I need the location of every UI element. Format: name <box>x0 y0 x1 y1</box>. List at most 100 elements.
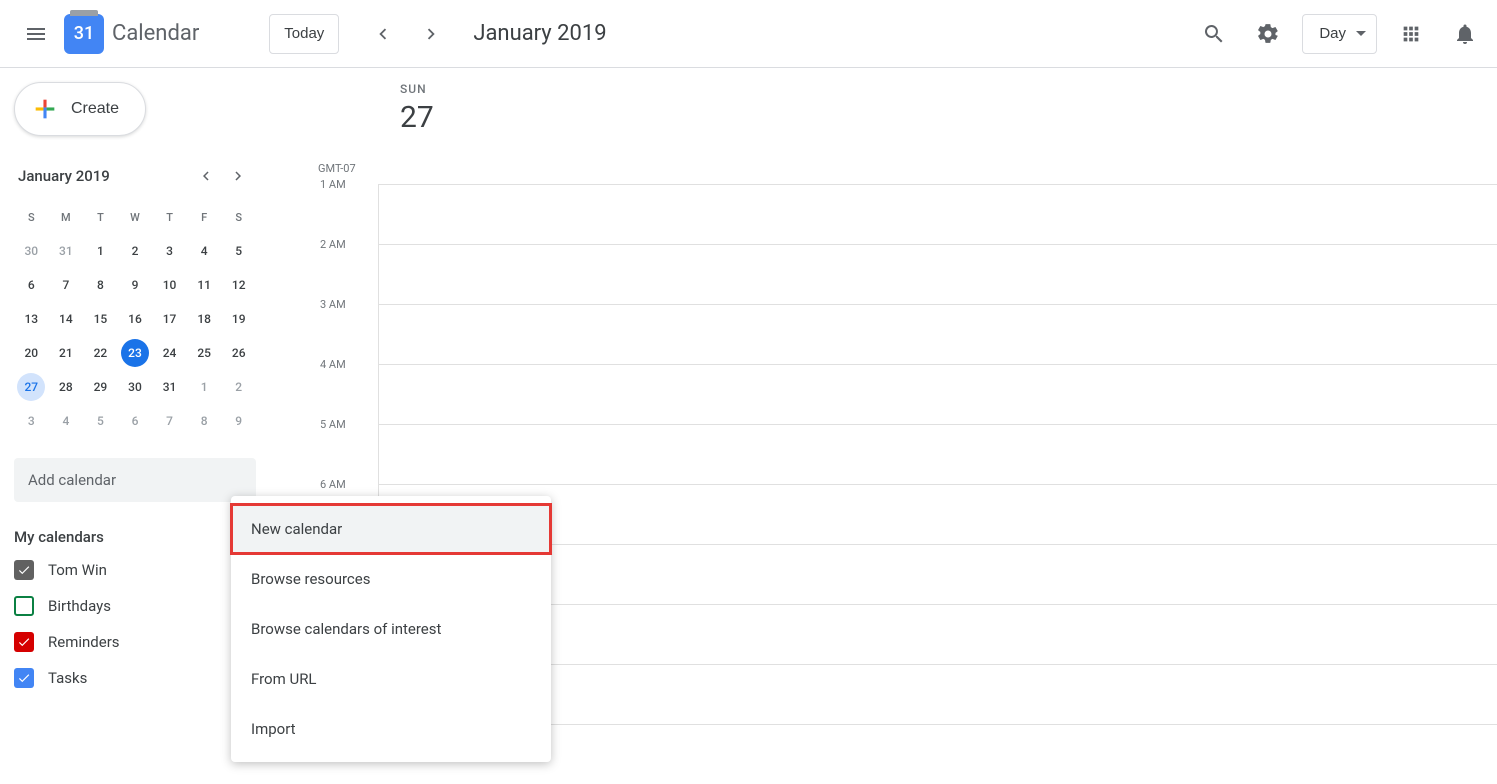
google-apps-button[interactable] <box>1391 14 1431 54</box>
mini-day-cell[interactable]: 18 <box>187 302 222 336</box>
mini-day-cell[interactable]: 14 <box>49 302 84 336</box>
mini-day-cell[interactable]: 31 <box>152 370 187 404</box>
mini-day-cell[interactable]: 29 <box>83 370 118 404</box>
mini-day-cell[interactable]: 8 <box>187 404 222 438</box>
calendar-list: Tom Win Birthdays Reminders Tasks <box>14 560 256 688</box>
mini-day-cell[interactable]: 23 <box>121 339 149 367</box>
add-calendar-field[interactable]: Add calendar <box>14 458 256 502</box>
mini-day-cell[interactable]: 8 <box>83 268 118 302</box>
menu-item[interactable]: Browse calendars of interest <box>231 604 551 654</box>
mini-day-cell[interactable]: 27 <box>17 373 45 401</box>
my-calendars-heading[interactable]: My calendars <box>14 528 256 546</box>
mini-day-cell[interactable]: 5 <box>83 404 118 438</box>
mini-day-cell[interactable]: 6 <box>118 404 153 438</box>
menu-item[interactable]: From URL <box>231 654 551 704</box>
calendar-list-item[interactable]: Birthdays <box>14 596 256 616</box>
calendar-list-item[interactable]: Tasks <box>14 668 256 688</box>
mini-day-cell[interactable]: 4 <box>49 404 84 438</box>
mini-day-cell[interactable]: 6 <box>14 268 49 302</box>
mini-day-cell[interactable]: 1 <box>187 370 222 404</box>
mini-day-cell[interactable]: 17 <box>152 302 187 336</box>
mini-day-cell[interactable]: 4 <box>187 234 222 268</box>
hour-row[interactable]: 1 AM <box>378 184 1497 244</box>
view-selector[interactable]: Day <box>1302 14 1377 54</box>
mini-day-cell[interactable]: 10 <box>152 268 187 302</box>
mini-day-cell[interactable]: 30 <box>118 370 153 404</box>
next-period-button[interactable] <box>411 14 451 54</box>
calendar-checkbox[interactable] <box>14 560 34 580</box>
chevron-right-icon <box>420 23 442 45</box>
mini-day-cell[interactable]: 19 <box>221 302 256 336</box>
mini-day-cell[interactable]: 30 <box>14 234 49 268</box>
check-icon <box>17 671 31 685</box>
mini-prev-month[interactable] <box>192 162 220 190</box>
search-button[interactable] <box>1194 14 1234 54</box>
mini-day-cell[interactable]: 21 <box>49 336 84 370</box>
mini-dow-label: T <box>152 200 187 234</box>
mini-dow-label: F <box>187 200 222 234</box>
mini-day-cell[interactable]: 9 <box>118 268 153 302</box>
hour-row[interactable]: 3 AM <box>378 304 1497 364</box>
mini-day-cell[interactable]: 26 <box>221 336 256 370</box>
chevron-left-icon <box>372 23 394 45</box>
hour-label: 2 AM <box>320 238 346 251</box>
calendar-list-item[interactable]: Tom Win <box>14 560 256 580</box>
mini-day-cell[interactable]: 12 <box>221 268 256 302</box>
mini-day-cell[interactable]: 16 <box>118 302 153 336</box>
gear-icon <box>1256 22 1280 46</box>
hour-label: 3 AM <box>320 298 346 311</box>
calendar-list-item[interactable]: Reminders <box>14 632 256 652</box>
notifications-button[interactable] <box>1445 14 1485 54</box>
create-button[interactable]: Create <box>14 82 146 136</box>
add-calendar-placeholder: Add calendar <box>28 471 116 489</box>
mini-dow-label: M <box>49 200 84 234</box>
mini-day-cell[interactable]: 20 <box>14 336 49 370</box>
search-icon <box>1202 22 1226 46</box>
mini-day-cell[interactable]: 28 <box>49 370 84 404</box>
mini-day-cell[interactable]: 3 <box>152 234 187 268</box>
calendar-checkbox[interactable] <box>14 596 34 616</box>
date-nav <box>363 14 451 54</box>
hour-row[interactable]: 5 AM <box>378 424 1497 484</box>
mini-next-month[interactable] <box>224 162 252 190</box>
today-button[interactable]: Today <box>269 14 339 54</box>
day-number-label: 27 <box>400 100 1497 135</box>
mini-day-cell[interactable]: 2 <box>118 234 153 268</box>
calendar-label: Birthdays <box>48 597 111 615</box>
calendar-checkbox[interactable] <box>14 668 34 688</box>
mini-day-cell[interactable]: 31 <box>49 234 84 268</box>
mini-day-cell[interactable]: 5 <box>221 234 256 268</box>
previous-period-button[interactable] <box>363 14 403 54</box>
hour-row[interactable]: 2 AM <box>378 244 1497 304</box>
hour-label: 5 AM <box>320 418 346 431</box>
mini-calendar: January 2019 SMTWTFS30311234567891011121… <box>14 162 256 438</box>
mini-day-cell[interactable]: 25 <box>187 336 222 370</box>
settings-button[interactable] <box>1248 14 1288 54</box>
calendar-label: Reminders <box>48 633 120 651</box>
mini-day-cell[interactable]: 11 <box>187 268 222 302</box>
calendar-checkbox[interactable] <box>14 632 34 652</box>
mini-day-cell[interactable]: 9 <box>221 404 256 438</box>
timezone-label: GMT-07 <box>318 162 356 175</box>
mini-dow-label: T <box>83 200 118 234</box>
add-calendar-menu: New calendarBrowse resourcesBrowse calen… <box>231 496 551 762</box>
mini-day-cell[interactable]: 2 <box>221 370 256 404</box>
mini-day-cell[interactable]: 15 <box>83 302 118 336</box>
chevron-right-icon <box>229 167 247 185</box>
mini-day-cell[interactable]: 22 <box>83 336 118 370</box>
hour-row[interactable]: 4 AM <box>378 364 1497 424</box>
menu-item[interactable]: New calendar <box>231 504 551 554</box>
mini-day-cell[interactable]: 3 <box>14 404 49 438</box>
hamburger-icon <box>24 22 48 46</box>
menu-item[interactable]: Browse resources <box>231 554 551 604</box>
app-logo: 31 Calendar <box>64 14 199 54</box>
menu-item[interactable]: Import <box>231 704 551 754</box>
mini-day-cell[interactable]: 1 <box>83 234 118 268</box>
chevron-left-icon <box>197 167 215 185</box>
mini-day-cell[interactable]: 13 <box>14 302 49 336</box>
mini-day-cell[interactable]: 24 <box>152 336 187 370</box>
hour-label: 4 AM <box>320 358 346 371</box>
mini-day-cell[interactable]: 7 <box>152 404 187 438</box>
mini-day-cell[interactable]: 7 <box>49 268 84 302</box>
main-menu-button[interactable] <box>12 10 60 58</box>
